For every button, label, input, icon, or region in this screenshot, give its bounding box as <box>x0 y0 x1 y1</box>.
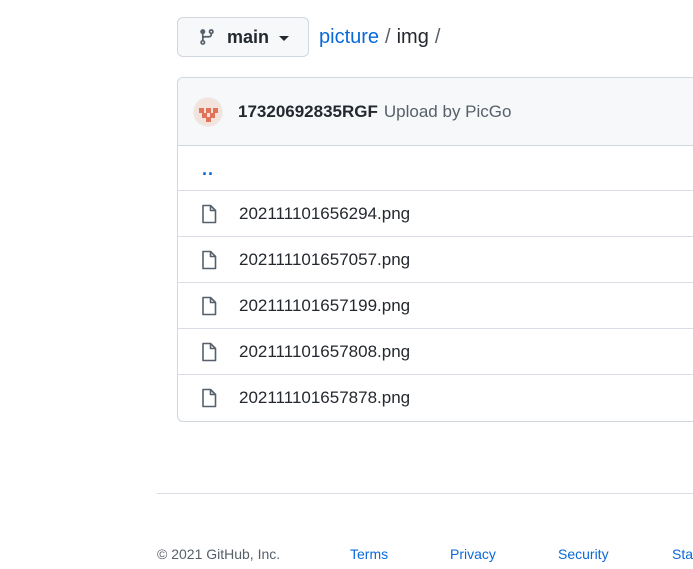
footer-link-status[interactable]: Sta <box>672 546 693 562</box>
parent-directory-row: .. <box>178 146 693 191</box>
file-icon <box>200 204 218 224</box>
list-item: 202111101657808.png <box>178 329 693 375</box>
breadcrumb-trailing-separator: / <box>434 25 441 48</box>
parent-directory-link[interactable]: .. <box>202 159 214 180</box>
footer-link-security[interactable]: Security <box>558 546 672 562</box>
avatar[interactable] <box>193 96 223 127</box>
footer-copyright: © 2021 GitHub, Inc. <box>157 546 281 562</box>
breadcrumb-separator: / <box>385 25 391 48</box>
footer-link-terms[interactable]: Terms <box>350 546 450 562</box>
list-item: 202111101657878.png <box>178 375 693 421</box>
file-icon <box>200 342 218 362</box>
commit-message-link[interactable]: Upload by PicGo <box>384 102 512 122</box>
file-list-box: 17320692835RGF Upload by PicGo .. 202111… <box>177 77 693 422</box>
repo-page: main picture / img / 17320692835RGF Uplo… <box>0 0 693 569</box>
list-item: 202111101657057.png <box>178 237 693 283</box>
footer-divider <box>157 493 693 494</box>
footer: © 2021 GitHub, Inc. Terms Privacy Securi… <box>157 546 693 562</box>
file-icon <box>200 296 218 316</box>
branch-name: main <box>227 26 270 47</box>
breadcrumb: picture / img / <box>319 26 446 49</box>
avatar-pixel <box>206 116 211 122</box>
file-name-link[interactable]: 202111101657878.png <box>239 388 410 408</box>
file-icon <box>200 388 218 408</box>
file-name-link[interactable]: 202111101657808.png <box>239 342 410 362</box>
file-name-link[interactable]: 202111101657057.png <box>239 250 410 270</box>
footer-link-privacy[interactable]: Privacy <box>450 546 558 562</box>
file-name-link[interactable]: 202111101657199.png <box>239 296 410 316</box>
list-item: 202111101656294.png <box>178 191 693 237</box>
breadcrumb-repo-link[interactable]: picture <box>319 26 379 49</box>
chevron-down-icon <box>279 35 290 41</box>
file-name-link[interactable]: 202111101656294.png <box>239 204 410 224</box>
path-bar: main picture / img / <box>177 17 446 57</box>
latest-commit-row: 17320692835RGF Upload by PicGo <box>178 78 693 146</box>
list-item: 202111101657199.png <box>178 283 693 329</box>
commit-author-link[interactable]: 17320692835RGF <box>238 102 378 122</box>
file-icon <box>200 250 218 270</box>
branch-selector-button[interactable]: main <box>177 17 309 57</box>
breadcrumb-current-folder: img <box>396 25 429 48</box>
git-branch-icon <box>198 28 216 46</box>
